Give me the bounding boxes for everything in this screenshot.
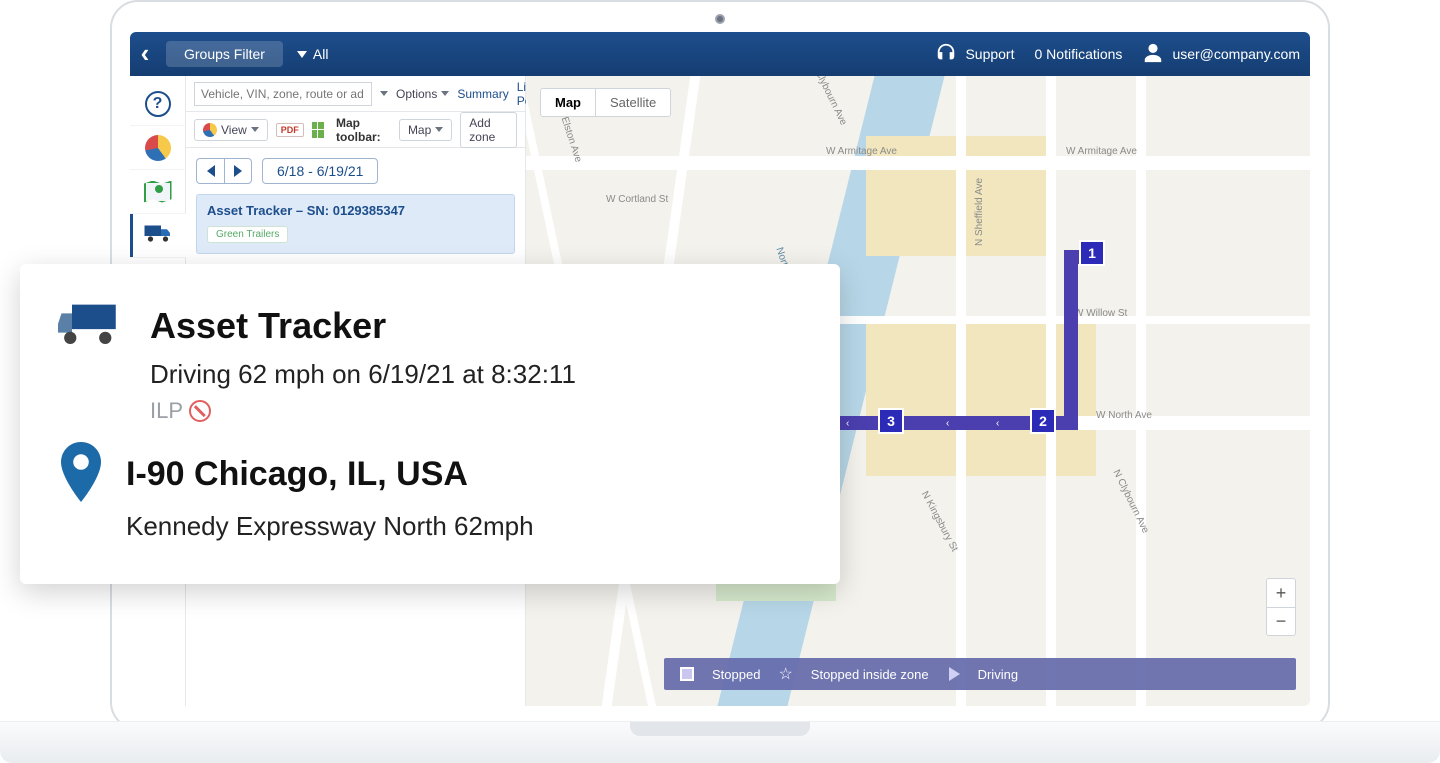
legend-driving-label: Driving xyxy=(978,667,1018,682)
vehicle-search-input[interactable] xyxy=(194,82,372,106)
route-segment xyxy=(1064,250,1078,430)
map-marker-3[interactable]: 3 xyxy=(878,408,904,434)
map-tab-map[interactable]: Map xyxy=(541,89,595,116)
truck-icon xyxy=(58,298,128,353)
support-link[interactable]: Support xyxy=(935,42,1014,67)
map-tab-satellite[interactable]: Satellite xyxy=(595,89,670,116)
city-block xyxy=(866,316,1096,476)
add-zone-button[interactable]: Add zone xyxy=(460,112,517,148)
zoom-out-button[interactable]: − xyxy=(1267,607,1295,635)
support-label: Support xyxy=(965,46,1014,62)
options-dropdown[interactable]: Options xyxy=(396,87,449,101)
map-icon xyxy=(144,181,172,203)
nav-map[interactable] xyxy=(130,170,186,214)
street-label: W Armitage Ave xyxy=(826,146,897,157)
nav-dashboard[interactable] xyxy=(130,126,186,170)
user-menu[interactable]: user@company.com xyxy=(1142,42,1300,67)
date-range-picker[interactable]: 6/18 - 6/19/21 xyxy=(262,158,378,184)
date-next-button[interactable] xyxy=(224,158,252,184)
location-pin-icon xyxy=(58,442,104,507)
view-toolbar: View PDF Map toolbar: Map Add zone xyxy=(186,112,525,148)
road xyxy=(1046,76,1056,706)
street-label: N Clybourn Ave xyxy=(809,76,849,127)
map-legend: Stopped ☆ Stopped inside zone Driving xyxy=(664,658,1296,690)
road xyxy=(956,76,966,706)
help-icon: ? xyxy=(145,91,171,117)
triangle-right-icon xyxy=(234,165,242,177)
nav-fleet[interactable] xyxy=(130,214,186,258)
street-label: W Cortland St xyxy=(606,194,668,205)
asset-title: Asset Tracker – SN: 0129385347 xyxy=(207,203,504,218)
map-type-dropdown[interactable]: Map xyxy=(399,119,452,141)
summary-link[interactable]: Summary xyxy=(457,87,508,101)
road xyxy=(1136,76,1146,706)
notifications-label: 0 Notifications xyxy=(1035,46,1123,62)
chevron-left-icon xyxy=(141,41,150,68)
notifications-link[interactable]: 0 Notifications xyxy=(1035,46,1123,62)
map-marker-2[interactable]: 2 xyxy=(1030,408,1056,434)
legend-star-icon: ☆ xyxy=(778,664,792,684)
street-label: N Kingsbury St xyxy=(919,489,960,553)
laptop-base xyxy=(0,721,1440,763)
overlay-title: Asset Tracker xyxy=(150,305,386,347)
view-dropdown[interactable]: View xyxy=(194,119,268,141)
asset-detail-overlay: Asset Tracker Driving 62 mph on 6/19/21 … xyxy=(20,264,840,584)
grid-icon[interactable] xyxy=(312,122,324,138)
groups-filter-button[interactable]: Groups Filter xyxy=(166,41,283,67)
map-toolbar-label: Map toolbar: xyxy=(336,116,391,144)
nav-help[interactable]: ? xyxy=(130,82,186,126)
prohibited-icon xyxy=(189,400,211,422)
legend-driving-icon xyxy=(949,667,960,681)
user-email: user@company.com xyxy=(1172,46,1300,62)
street-label: W Armitage Ave xyxy=(1066,146,1137,157)
back-button[interactable] xyxy=(130,32,160,77)
overlay-ilp-row: ILP xyxy=(150,398,802,424)
map-type-switch: Map Satellite xyxy=(540,88,671,117)
street-label: W Willow St xyxy=(1074,308,1127,319)
headset-icon xyxy=(935,42,957,67)
zoom-in-button[interactable]: + xyxy=(1267,579,1295,607)
legend-stopped-zone-label: Stopped inside zone xyxy=(811,667,929,682)
street-label: N Sheffield Ave xyxy=(974,178,985,246)
street-label: W North Ave xyxy=(1096,410,1152,421)
date-navigator: 6/18 - 6/19/21 xyxy=(186,148,525,194)
overlay-location-sub: Kennedy Expressway North 62mph xyxy=(126,511,802,542)
overlay-ilp-label: ILP xyxy=(150,398,183,424)
date-prev-button[interactable] xyxy=(196,158,224,184)
groups-all-label: All xyxy=(313,46,329,62)
asset-header-card[interactable]: Asset Tracker – SN: 0129385347 Green Tra… xyxy=(196,194,515,254)
truck-icon xyxy=(143,222,173,249)
road xyxy=(526,156,1310,170)
triangle-down-icon xyxy=(297,51,307,58)
overlay-location-title: I-90 Chicago, IL, USA xyxy=(126,455,468,494)
overlay-status-line: Driving 62 mph on 6/19/21 at 8:32:11 xyxy=(150,359,802,390)
pie-chart-icon xyxy=(145,135,171,161)
triangle-left-icon xyxy=(207,165,215,177)
zoom-control: + − xyxy=(1266,578,1296,636)
search-toolbar: Options Summary Live Positions xyxy=(186,76,525,112)
export-pdf-button[interactable]: PDF xyxy=(276,123,304,137)
search-dropdown-icon[interactable] xyxy=(380,91,388,96)
user-icon xyxy=(1142,42,1164,67)
top-bar: Groups Filter All Support 0 Notification… xyxy=(130,32,1310,76)
asset-group-tag: Green Trailers xyxy=(207,226,288,243)
map-marker-1[interactable]: 1 xyxy=(1079,240,1105,266)
legend-stopped-icon xyxy=(680,667,694,681)
pie-chart-icon xyxy=(203,123,217,137)
laptop-camera xyxy=(715,14,725,24)
legend-stopped-label: Stopped xyxy=(712,667,760,682)
groups-all-toggle[interactable]: All xyxy=(297,46,329,62)
